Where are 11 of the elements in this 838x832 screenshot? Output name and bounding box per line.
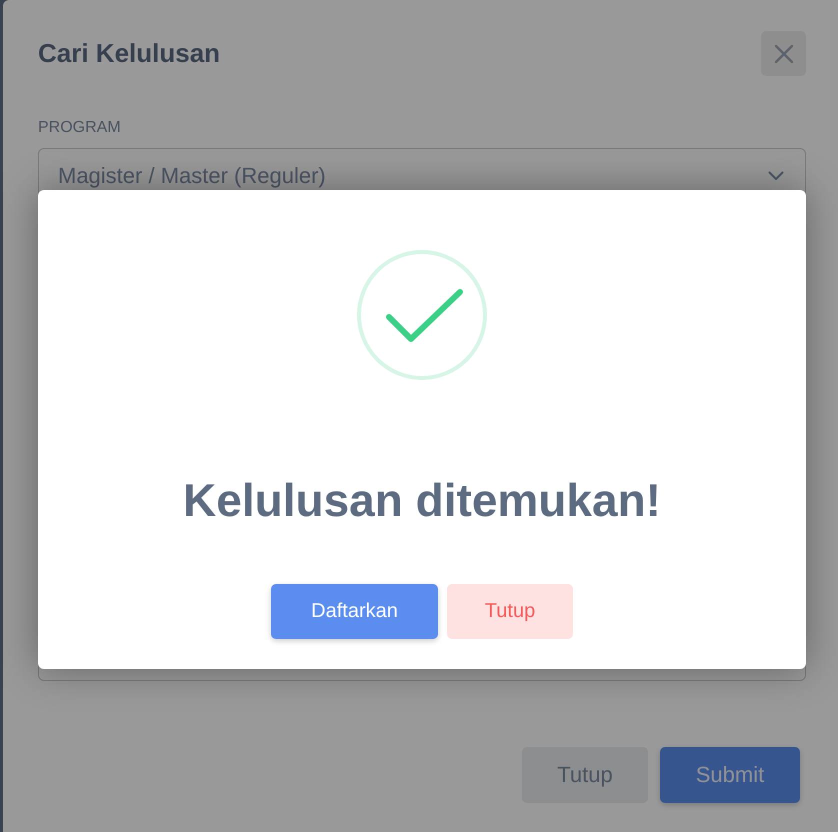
field-label: PROGRAM: [38, 119, 121, 137]
alert-title: Kelulusan ditemukan!: [183, 475, 661, 525]
close-icon: [774, 44, 792, 62]
success-check-icon: [357, 250, 487, 380]
close-dialog-button[interactable]: Tutup: [522, 747, 648, 803]
submit-button[interactable]: Submit: [660, 747, 800, 803]
chevron-down-icon: [768, 171, 784, 181]
cancel-button[interactable]: Tutup: [447, 584, 573, 639]
dialog-title: Cari Kelulusan: [38, 38, 220, 69]
register-button[interactable]: Daftarkan: [271, 584, 438, 639]
close-button[interactable]: [761, 31, 806, 76]
